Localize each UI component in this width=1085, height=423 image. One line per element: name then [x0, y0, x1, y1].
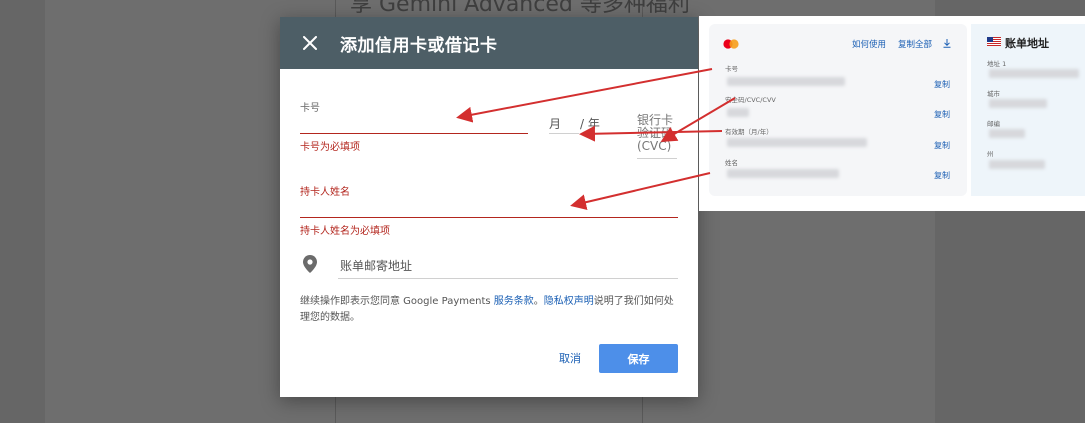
card-field-value	[727, 108, 749, 117]
billing-field-value	[989, 99, 1047, 108]
month-input[interactable]: 月	[549, 115, 561, 132]
card-field-label: 卡号	[725, 65, 738, 73]
card-field-value	[727, 138, 867, 147]
save-button[interactable]: 保存	[599, 344, 678, 373]
terms-prefix: 继续操作即表示您同意 Google Payments	[300, 296, 494, 307]
card-field-value	[727, 169, 839, 178]
billing-field-label: 城市	[987, 90, 1000, 98]
billing-address-input[interactable]: 账单邮寄地址	[300, 253, 678, 279]
copy-all-link[interactable]: 复制全部	[898, 38, 932, 50]
copy-button[interactable]: 复制	[934, 170, 950, 181]
billing-field-label: 邮编	[987, 120, 1000, 128]
billing-address-title: 账单地址	[1005, 37, 1049, 50]
dialog-title: 添加信用卡或借记卡	[340, 35, 498, 56]
card-field-label: 安全码/CVC/CVV	[725, 96, 776, 104]
cvc-input[interactable]: 银行卡验证码 (CVC)	[637, 114, 679, 153]
billing-address-underline	[338, 278, 678, 279]
card-number-error: 卡号为必填项	[300, 142, 360, 153]
billing-field-value	[989, 129, 1025, 138]
billing-field-label: 地址 1	[987, 60, 1007, 68]
privacy-notice-link[interactable]: 隐私权声明	[544, 296, 594, 307]
close-icon	[303, 36, 317, 50]
billing-field-value	[989, 69, 1079, 78]
us-flag-icon	[987, 37, 1001, 46]
billing-field-value	[989, 160, 1045, 169]
dialog-header: 添加信用卡或借记卡	[280, 17, 698, 69]
holder-name-error: 持卡人姓名为必填项	[300, 226, 390, 237]
billing-field-label: 州	[987, 150, 994, 158]
how-to-use-link[interactable]: 如何使用	[852, 38, 886, 50]
background-title: 享 Gemini Advanced 等多种福利	[350, 0, 690, 17]
card-number-input[interactable]	[300, 111, 528, 133]
billing-address-placeholder: 账单邮寄地址	[340, 259, 413, 273]
year-input[interactable]: / 年	[580, 115, 600, 132]
card-number-underline	[300, 133, 528, 134]
copy-button[interactable]: 复制	[934, 79, 950, 90]
holder-name-underline	[300, 217, 678, 218]
copy-button[interactable]: 复制	[934, 140, 950, 151]
card-field-label: 有效期（月/年）	[725, 128, 773, 136]
card-field-value	[727, 77, 845, 86]
terms-text: 继续操作即表示您同意 Google Payments 服务条款。隐私权声明说明了…	[300, 294, 680, 326]
cancel-button[interactable]: 取消	[548, 344, 592, 372]
card-field-label: 姓名	[725, 159, 738, 167]
holder-name-input[interactable]	[300, 195, 678, 217]
year-underline	[584, 133, 620, 134]
terms-of-service-link[interactable]: 服务条款	[494, 296, 534, 307]
month-underline	[549, 133, 579, 134]
autofill-panel: 如何使用 复制全部 卡号 复制 安全码/CVC/CVV 复制 有效期（月/年） …	[699, 16, 1085, 211]
close-button[interactable]	[280, 17, 340, 69]
location-pin-icon	[303, 255, 317, 273]
mastercard-icon	[723, 39, 739, 49]
billing-address-card: 账单地址 地址 1 城市 邮编 州	[971, 24, 1085, 196]
add-card-dialog: 添加信用卡或借记卡 卡号 卡号为必填项 月 / 年 银行卡验证码 (CVC) 持…	[280, 17, 698, 397]
cvc-underline	[637, 158, 677, 159]
card-info-card: 如何使用 复制全部 卡号 复制 安全码/CVC/CVV 复制 有效期（月/年） …	[709, 24, 967, 196]
terms-separator: 。	[533, 296, 544, 307]
copy-button[interactable]: 复制	[934, 109, 950, 120]
download-icon[interactable]	[943, 39, 951, 48]
